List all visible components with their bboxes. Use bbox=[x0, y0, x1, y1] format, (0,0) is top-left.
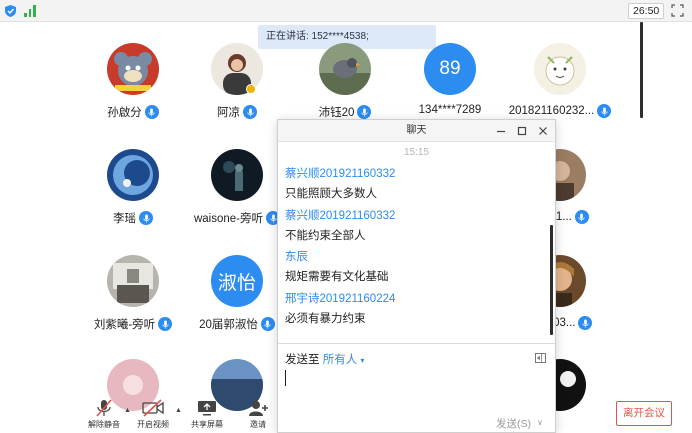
participant-name: 201821160232... bbox=[508, 105, 595, 117]
chat-window: 聊天 15:15 蔡兴顺201921160332 只能照顾大多数人 蔡兴顺201… bbox=[277, 119, 556, 433]
grid-scrollbar[interactable] bbox=[640, 22, 643, 118]
avatar bbox=[107, 149, 159, 201]
send-to-selector[interactable]: 发送至 所有人 ▾ bbox=[285, 351, 364, 367]
video-off-icon bbox=[142, 399, 164, 417]
unmute-label: 解除静音 bbox=[88, 420, 120, 429]
message-sender: 东辰 bbox=[285, 251, 308, 263]
meeting-timer: 26:50 bbox=[628, 3, 665, 19]
leave-meeting-button[interactable]: 离开会议 bbox=[616, 401, 672, 426]
invite-button[interactable]: 邀请 bbox=[236, 399, 280, 430]
message-sender: 蔡兴顺201921160332 bbox=[285, 210, 396, 222]
message-text: 只能照顾大多数人 bbox=[285, 188, 377, 200]
invite-label: 邀请 bbox=[250, 420, 266, 429]
message-text: 规矩需要有文化基础 bbox=[285, 271, 389, 283]
message-sender: 邢宇诗201921160224 bbox=[285, 293, 396, 305]
maximize-icon[interactable] bbox=[515, 124, 529, 138]
top-bar: 26:50 bbox=[0, 0, 692, 22]
close-icon[interactable] bbox=[536, 124, 550, 138]
message-text: 不能约束全部人 bbox=[285, 230, 366, 242]
participant-name: 沛钰20 bbox=[318, 107, 355, 119]
host-badge bbox=[246, 84, 256, 94]
participant-name: waisone-旁听 bbox=[193, 213, 264, 225]
shield-icon bbox=[5, 5, 16, 17]
participant-name: 阿凉 bbox=[217, 107, 240, 119]
video-options-caret[interactable]: ▲ bbox=[175, 407, 182, 414]
fullscreen-icon[interactable] bbox=[671, 4, 684, 17]
send-options-chevron-icon[interactable]: ∨ bbox=[537, 418, 543, 427]
mic-icon bbox=[578, 316, 593, 330]
chat-messages[interactable]: 15:15 蔡兴顺201921160332 只能照顾大多数人 蔡兴顺201921… bbox=[278, 142, 555, 364]
avatar: 淑怡 bbox=[211, 255, 263, 307]
mic-icon bbox=[243, 105, 257, 119]
participant-name: 20届郭淑怡 bbox=[199, 319, 258, 331]
send-to-target[interactable]: 所有人 bbox=[323, 354, 358, 366]
chat-title: 聊天 bbox=[406, 125, 427, 136]
avatar: 89 bbox=[424, 43, 476, 95]
start-video-button[interactable]: 开启视频 bbox=[131, 399, 175, 430]
participant-name: 孙啟分 bbox=[107, 107, 142, 119]
mic-icon bbox=[139, 211, 153, 225]
audio-options-caret[interactable]: ▲ bbox=[124, 407, 131, 414]
send-button[interactable]: 发送(S) bbox=[496, 416, 531, 431]
chevron-down-icon: ▾ bbox=[360, 356, 365, 365]
avatar bbox=[107, 255, 159, 307]
text-cursor bbox=[285, 370, 286, 386]
participant-name: 134****7289 bbox=[418, 104, 482, 116]
message-text: 必须有暴力约束 bbox=[285, 313, 366, 325]
minimize-icon[interactable] bbox=[494, 124, 508, 138]
chat-input[interactable] bbox=[284, 369, 548, 409]
chat-scrollbar[interactable] bbox=[550, 225, 553, 335]
unmute-button[interactable]: 解除静音 bbox=[82, 399, 126, 430]
mic-icon bbox=[574, 210, 589, 224]
divider bbox=[278, 343, 555, 344]
mic-icon bbox=[158, 317, 173, 331]
share-screen-icon bbox=[198, 401, 216, 416]
participant-name: 李瑶 bbox=[113, 213, 136, 225]
mic-icon bbox=[597, 104, 612, 118]
message-time: 15:15 bbox=[403, 147, 430, 158]
share-screen-button[interactable]: 共享屏幕 bbox=[185, 399, 229, 430]
avatar bbox=[211, 149, 263, 201]
chat-titlebar[interactable]: 聊天 bbox=[278, 120, 555, 142]
meeting-toolbar: 解除静音 ▲ 开启视频 ▲ 共享屏幕 邀请 bbox=[0, 395, 280, 433]
start-video-label: 开启视频 bbox=[137, 420, 169, 429]
message-sender: 蔡兴顺201921160332 bbox=[285, 168, 396, 180]
avatar bbox=[534, 43, 586, 95]
send-to-label: 发送至 bbox=[285, 354, 320, 366]
participant-name: 刘紫曦-旁听 bbox=[93, 319, 156, 331]
invite-icon bbox=[249, 401, 268, 416]
mic-off-icon bbox=[96, 399, 112, 417]
collapse-panel-icon[interactable] bbox=[535, 353, 546, 363]
share-screen-label: 共享屏幕 bbox=[191, 420, 223, 429]
mic-icon bbox=[357, 105, 372, 119]
avatar bbox=[107, 43, 159, 95]
mic-icon bbox=[260, 317, 275, 331]
mic-icon bbox=[144, 105, 159, 119]
signal-icon bbox=[24, 5, 36, 17]
participant-tile[interactable]: 201821160232... bbox=[495, 24, 625, 124]
avatar bbox=[319, 43, 371, 95]
